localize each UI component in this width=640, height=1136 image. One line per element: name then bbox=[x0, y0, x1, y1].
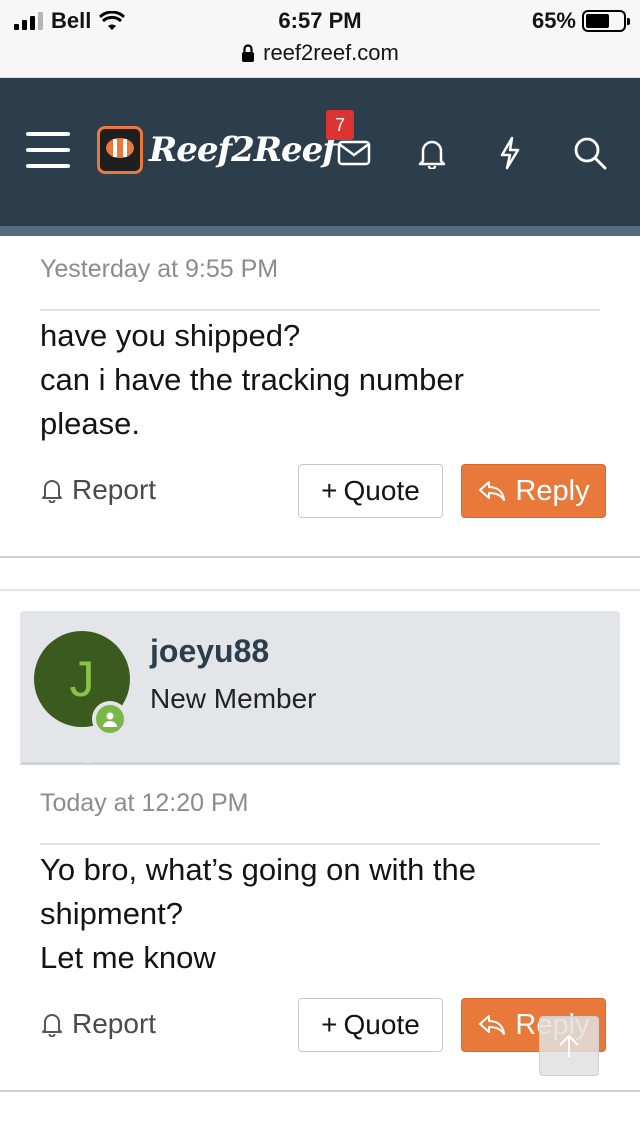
mail-icon[interactable] bbox=[336, 136, 372, 170]
status-bar: Bell 6:57 PM 65% reef2reef.com bbox=[0, 0, 640, 78]
divider bbox=[40, 309, 600, 311]
battery-percent: 65% bbox=[531, 8, 576, 33]
quote-label: Quote bbox=[343, 1009, 420, 1040]
quote-label: Quote bbox=[343, 475, 420, 506]
divider bbox=[20, 763, 620, 765]
post-timestamp[interactable]: Today at 12:20 PM bbox=[40, 789, 248, 818]
user-title: New Member bbox=[150, 683, 317, 714]
divider bbox=[40, 843, 600, 845]
post-timestamp[interactable]: Yesterday at 9:55 PM bbox=[40, 255, 278, 284]
message-line: Yo bro, what’s going on with the bbox=[40, 852, 477, 887]
lightning-icon[interactable] bbox=[492, 136, 528, 170]
report-button[interactable]: Report bbox=[40, 474, 156, 506]
report-label: Report bbox=[72, 474, 157, 505]
message-line: Let me know bbox=[40, 940, 216, 975]
message-line: shipment? bbox=[40, 896, 184, 931]
lock-icon bbox=[242, 44, 255, 62]
bell-icon bbox=[42, 1014, 62, 1037]
message-line: have you shipped? bbox=[40, 318, 301, 353]
quote-button[interactable]: + Quote bbox=[298, 998, 443, 1052]
bell-icon bbox=[42, 480, 62, 503]
battery-icon bbox=[582, 10, 630, 32]
battery-area: 65% bbox=[531, 8, 630, 34]
card-pointer bbox=[66, 743, 110, 765]
reply-label: Reply bbox=[515, 474, 590, 507]
reply-arrow-icon bbox=[479, 481, 506, 501]
quote-button[interactable]: + Quote bbox=[298, 464, 443, 518]
post-separator bbox=[0, 589, 640, 591]
bell-icon[interactable] bbox=[414, 136, 450, 170]
site-logo[interactable]: Reef2Reef bbox=[97, 126, 337, 174]
user-card: J joeyu88 New Member bbox=[20, 611, 620, 763]
site-header: Reef2Reef 7 bbox=[0, 78, 640, 236]
plus-icon: + bbox=[321, 475, 338, 506]
reply-button[interactable]: Reply bbox=[461, 464, 606, 518]
message-line: can i have the tracking number bbox=[40, 362, 464, 397]
post-separator bbox=[0, 556, 640, 558]
message-line: please. bbox=[40, 406, 140, 441]
logo-text: Reef2Reef bbox=[149, 130, 337, 170]
online-status-icon bbox=[92, 701, 128, 737]
username-link[interactable]: joeyu88 bbox=[150, 633, 269, 670]
report-label: Report bbox=[72, 1008, 157, 1039]
plus-icon: + bbox=[321, 1009, 338, 1040]
url-text: reef2reef.com bbox=[263, 40, 399, 65]
post-message: Yo bro, what’s going on with the shipmen… bbox=[40, 848, 476, 980]
post-separator bbox=[0, 1090, 640, 1092]
chevron-up-icon bbox=[559, 1034, 579, 1057]
report-button[interactable]: Report bbox=[40, 1008, 156, 1040]
menu-icon[interactable] bbox=[26, 132, 70, 168]
clownfish-icon bbox=[106, 138, 134, 158]
reply-arrow-icon bbox=[479, 1015, 506, 1035]
logo-badge bbox=[97, 126, 143, 174]
post-message: have you shipped? can i have the trackin… bbox=[40, 314, 464, 446]
search-icon[interactable] bbox=[572, 136, 608, 170]
address-bar[interactable]: reef2reef.com bbox=[0, 40, 640, 66]
scroll-to-top-button[interactable] bbox=[539, 1016, 599, 1076]
